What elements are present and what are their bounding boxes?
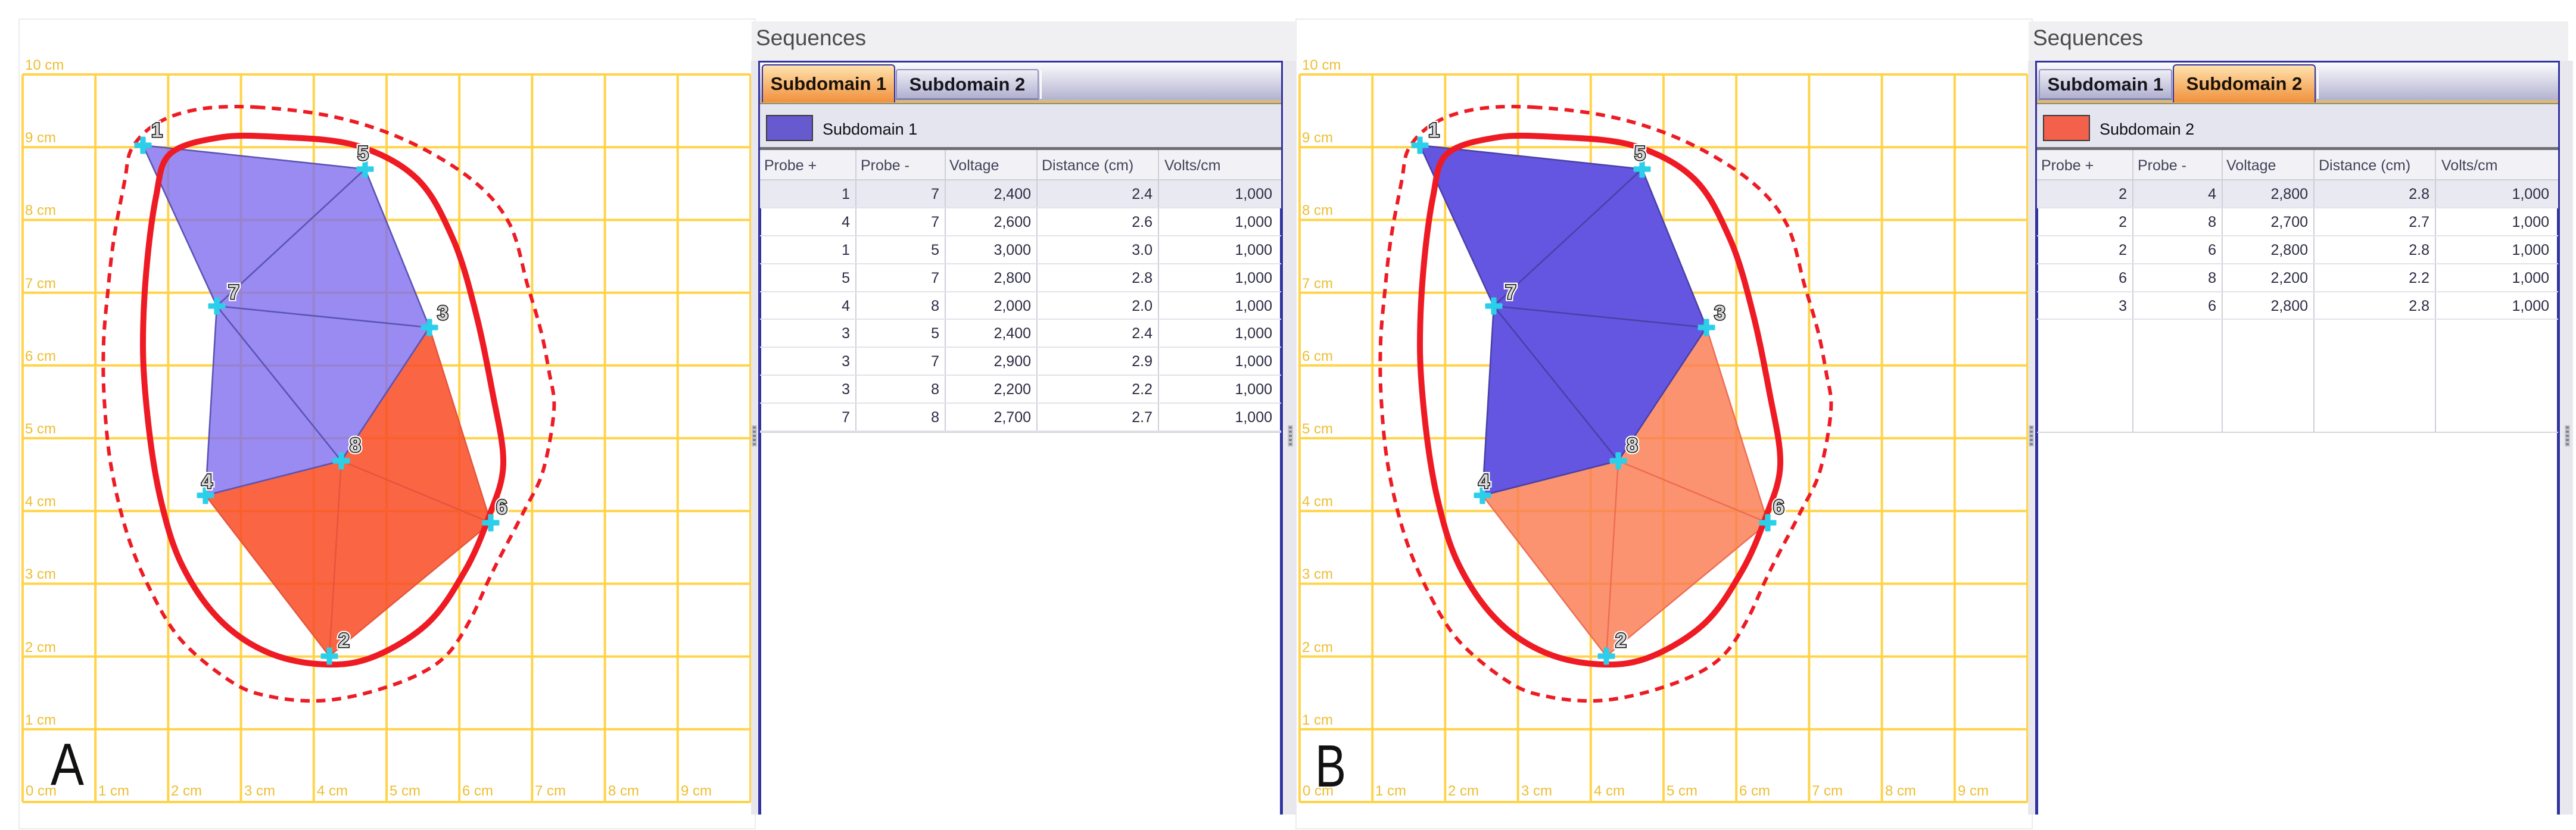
- svg-text:9 cm: 9 cm: [1302, 130, 1333, 146]
- svg-text:3 cm: 3 cm: [1302, 566, 1333, 582]
- svg-text:6: 6: [1773, 496, 1784, 519]
- svg-text:8: 8: [1627, 434, 1638, 457]
- svg-text:9 cm: 9 cm: [1958, 783, 1989, 799]
- svg-text:7 cm: 7 cm: [1812, 783, 1843, 799]
- svg-text:1: 1: [1428, 119, 1440, 142]
- svg-text:4: 4: [1478, 470, 1490, 493]
- svg-text:B: B: [1315, 734, 1346, 800]
- svg-text:8 cm: 8 cm: [1302, 202, 1333, 219]
- svg-text:2: 2: [1615, 629, 1627, 652]
- svg-text:1 cm: 1 cm: [1375, 783, 1406, 799]
- svg-text:10 cm: 10 cm: [1302, 57, 1341, 73]
- svg-text:6 cm: 6 cm: [1739, 783, 1770, 799]
- svg-text:1 cm: 1 cm: [1302, 712, 1333, 728]
- svg-text:4 cm: 4 cm: [1594, 783, 1625, 799]
- svg-text:3: 3: [1714, 302, 1725, 324]
- svg-text:2 cm: 2 cm: [1302, 639, 1333, 656]
- svg-text:3 cm: 3 cm: [1521, 783, 1552, 799]
- svg-text:4 cm: 4 cm: [1302, 494, 1333, 510]
- svg-text:5 cm: 5 cm: [1667, 783, 1697, 799]
- svg-text:7 cm: 7 cm: [1302, 276, 1333, 292]
- svg-text:8 cm: 8 cm: [1885, 783, 1916, 799]
- svg-text:5 cm: 5 cm: [1302, 421, 1333, 437]
- svg-text:7: 7: [1505, 281, 1516, 304]
- svg-text:5: 5: [1634, 142, 1646, 165]
- svg-text:2 cm: 2 cm: [1448, 783, 1479, 799]
- svg-text:6 cm: 6 cm: [1302, 348, 1333, 364]
